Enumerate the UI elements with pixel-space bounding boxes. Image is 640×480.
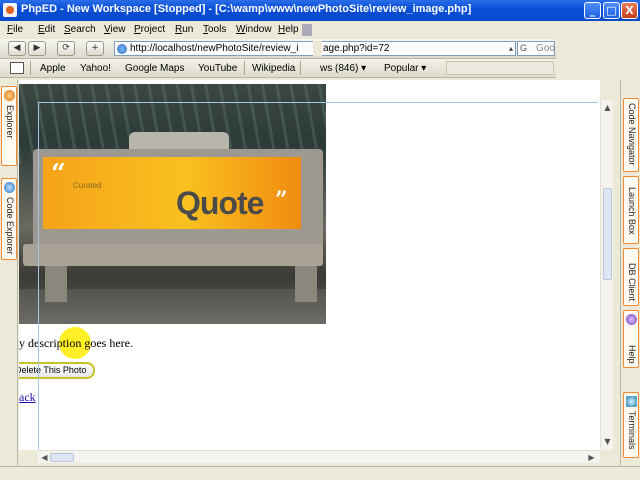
- menu-window[interactable]: Window: [236, 24, 272, 35]
- bookmark-separator: [244, 61, 245, 75]
- tab-code-explorer[interactable]: Code Explorer: [1, 178, 17, 260]
- back-link[interactable]: ack: [19, 390, 36, 405]
- browser-nav-bar: ◀ ▶ ⟳ + http://localhost/newPhotoSite/re…: [0, 39, 556, 59]
- phped-app-icon: [3, 3, 17, 17]
- scroll-right-arrow-icon[interactable]: ▶: [586, 452, 597, 463]
- explorer-icon: [4, 90, 15, 101]
- bookmark-separator: [30, 61, 31, 75]
- phped-window: PhpED - New Workspace [Stopped] - [C:\wa…: [0, 0, 640, 480]
- tab-code-navigator[interactable]: Code Navigator: [623, 98, 639, 172]
- tab-explorer[interactable]: Explorer: [1, 86, 17, 166]
- menu-file[interactable]: File: [7, 24, 23, 35]
- globe-icon: [117, 44, 127, 54]
- bookmark-news-menu[interactable]: ws (846) ▾: [320, 63, 366, 74]
- page-region-outline-left: [38, 102, 39, 452]
- forward-button[interactable]: ▶: [28, 41, 46, 56]
- bench-seat: [23, 244, 323, 266]
- bookmark-youtube[interactable]: YouTube: [198, 63, 237, 74]
- menu-project[interactable]: Project: [134, 24, 165, 35]
- vertical-scroll-thumb[interactable]: [603, 188, 612, 280]
- right-dock-panel: Code Navigator Launch Box DB Client Help…: [620, 80, 640, 466]
- menu-search[interactable]: Search: [64, 24, 96, 35]
- left-dock-panel: Explorer Code Explorer: [0, 80, 18, 466]
- quote-open-mark: “: [51, 159, 66, 189]
- reload-button[interactable]: ⟳: [57, 41, 75, 56]
- maximize-button[interactable]: □: [603, 2, 620, 19]
- tab-code-navigator-label: Code Navigator: [627, 103, 637, 166]
- scroll-left-arrow-icon[interactable]: ◀: [39, 452, 50, 463]
- delete-photo-button[interactable]: Delete This Photo: [19, 362, 95, 379]
- horizontal-scroll-thumb[interactable]: [50, 453, 74, 462]
- reviewed-photo: “ Curated Quote ”: [19, 84, 326, 324]
- browser-viewport[interactable]: “ Curated Quote ” y description goes her…: [19, 80, 600, 450]
- status-bar: [0, 466, 640, 480]
- minimize-button[interactable]: _: [584, 2, 601, 19]
- bookmark-yahoo[interactable]: Yahoo!: [80, 63, 111, 74]
- menu-close-doc-icon[interactable]: [302, 24, 312, 36]
- menu-run[interactable]: Run: [175, 24, 193, 35]
- window-title: PhpED - New Workspace [Stopped] - [C:\wa…: [21, 3, 472, 15]
- bench-leg-right: [295, 266, 317, 302]
- bookmarks-blank-area: [446, 61, 554, 75]
- terminals-icon: [626, 396, 637, 407]
- scroll-down-arrow-icon[interactable]: ▼: [602, 436, 613, 447]
- search-engine-icon: G: [520, 43, 528, 53]
- address-bar[interactable]: http://localhost/newPhotoSite/review_i a…: [114, 41, 516, 56]
- tab-explorer-label: Explorer: [5, 105, 15, 139]
- menu-help[interactable]: Help: [278, 24, 299, 35]
- tab-help-label: Help: [627, 345, 637, 364]
- bookmark-wikipedia[interactable]: Wikipedia: [252, 63, 295, 74]
- menu-view[interactable]: View: [104, 24, 126, 35]
- url-text-end: age.php?id=72: [323, 43, 390, 54]
- new-tab-button[interactable]: +: [86, 41, 104, 56]
- tab-terminals-label: Terminals: [627, 411, 637, 450]
- tab-db-client-label: DB Client: [627, 263, 637, 302]
- scroll-up-arrow-icon[interactable]: ▲: [602, 102, 613, 113]
- bookmarks-bar: Apple Yahoo! Google Maps YouTube Wikiped…: [0, 59, 556, 78]
- quote-close-mark: ”: [275, 187, 288, 213]
- url-occlusion: [313, 41, 322, 56]
- bookmark-google-maps[interactable]: Google Maps: [125, 63, 184, 74]
- tab-launch-box-label: Launch Box: [627, 187, 637, 235]
- bench-advert: “ Curated Quote ”: [43, 157, 301, 229]
- tab-launch-box[interactable]: Launch Box: [623, 176, 639, 244]
- search-placeholder: Goo: [536, 43, 555, 54]
- url-dropdown-icon[interactable]: ▴: [509, 44, 513, 53]
- bookmark-apple[interactable]: Apple: [40, 63, 66, 74]
- menu-edit[interactable]: Edit: [38, 24, 55, 35]
- url-text-start: http://localhost/newPhotoSite/review_i: [130, 43, 299, 54]
- tab-db-client[interactable]: DB Client: [623, 248, 639, 306]
- help-icon: [626, 314, 637, 325]
- vertical-scrollbar[interactable]: ▲ ▼: [600, 100, 613, 450]
- search-field[interactable]: G Goo: [517, 41, 555, 56]
- tab-terminals[interactable]: Terminals: [623, 392, 639, 458]
- bench-leg-left: [45, 266, 67, 302]
- close-button[interactable]: X: [621, 2, 638, 19]
- horizontal-scrollbar[interactable]: ◀ ▶: [38, 450, 600, 463]
- toolbar-filler: [556, 39, 640, 80]
- advert-small-text: Curated: [73, 181, 102, 190]
- code-explorer-icon: [4, 182, 15, 193]
- back-button[interactable]: ◀: [8, 41, 26, 56]
- bookmarks-icon[interactable]: [10, 62, 24, 74]
- title-bar[interactable]: PhpED - New Workspace [Stopped] - [C:\wa…: [0, 0, 640, 21]
- tab-help[interactable]: Help: [623, 310, 639, 368]
- menu-bar: File Edit Search View Project Run Tools …: [0, 21, 640, 39]
- tab-code-explorer-label: Code Explorer: [5, 197, 15, 255]
- photo-description: y description goes here.: [19, 336, 133, 350]
- bookmark-separator: [300, 61, 301, 75]
- page-region-outline-top: [38, 102, 598, 103]
- menu-tools[interactable]: Tools: [203, 24, 226, 35]
- advert-brand-text: Quote: [176, 185, 264, 221]
- bookmark-popular-menu[interactable]: Popular ▾: [384, 63, 426, 74]
